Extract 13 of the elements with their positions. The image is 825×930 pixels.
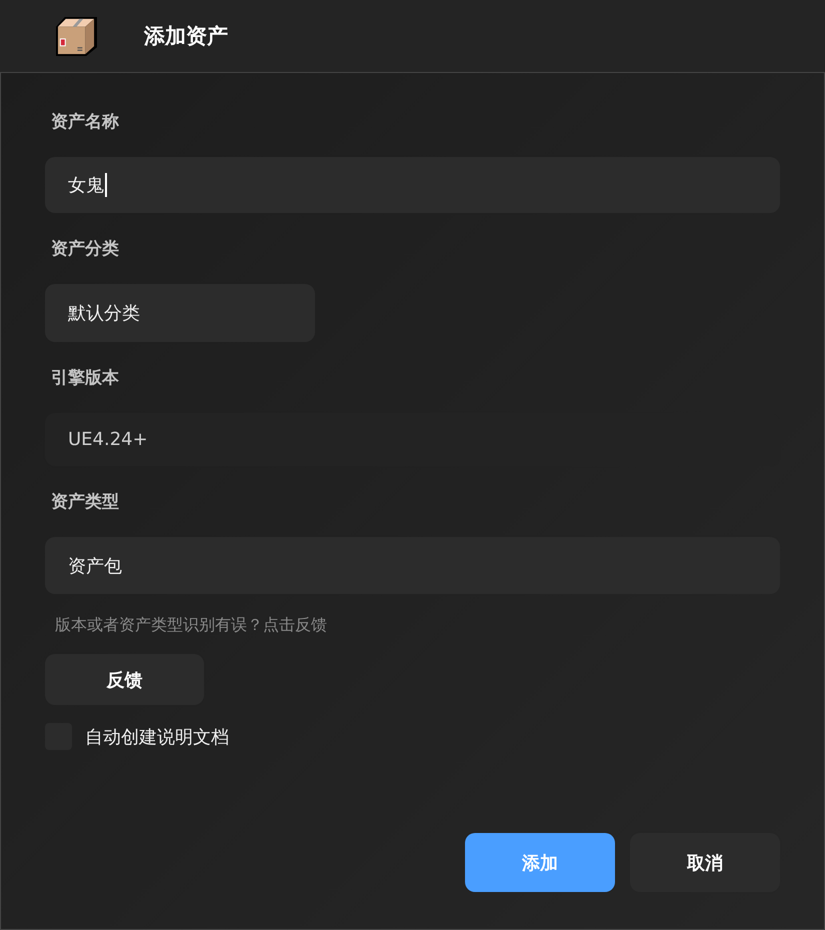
- feedback-button[interactable]: 反馈: [45, 654, 204, 705]
- field-label: 资产名称: [51, 111, 119, 134]
- input-field[interactable]: 资产包: [45, 537, 780, 594]
- field-label: 资产分类: [51, 238, 119, 261]
- field-label: 资产类型: [51, 491, 119, 514]
- input-field[interactable]: 默认分类: [45, 284, 315, 342]
- cancel-button[interactable]: 取消: [630, 833, 780, 892]
- checkbox-label[interactable]: 自动创建说明文档: [85, 724, 229, 748]
- field-label: 引擎版本: [51, 367, 119, 390]
- window-title: 添加资产: [144, 23, 228, 50]
- input-field[interactable]: 女鬼: [45, 157, 780, 213]
- hint-text: 版本或者资产类型识别有误？点击反馈: [55, 614, 327, 636]
- package-box-icon: [55, 16, 98, 56]
